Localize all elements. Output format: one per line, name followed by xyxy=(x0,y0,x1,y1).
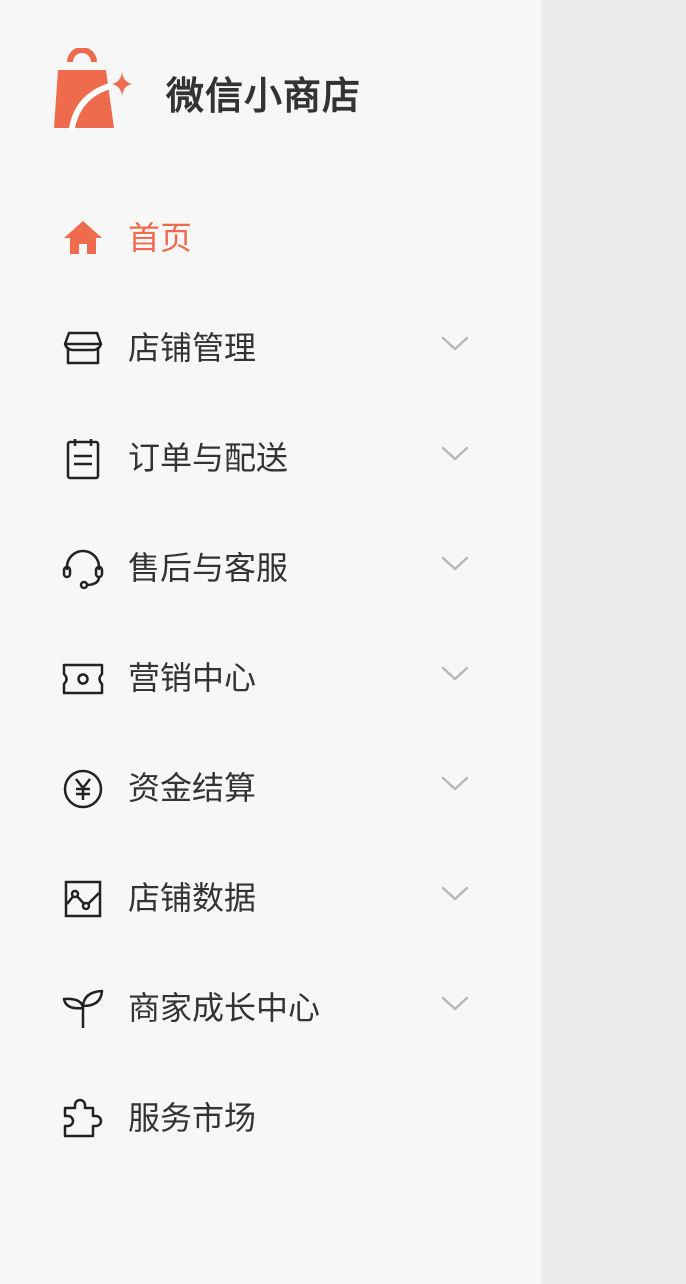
clipboard-icon xyxy=(66,439,100,480)
sidebar-item-label: 订单与配送 xyxy=(128,439,289,477)
app-name: 微信小商店 xyxy=(166,74,362,118)
sidebar-item-after-sales-service[interactable]: 售后与客服 xyxy=(0,512,541,622)
store-icon xyxy=(63,331,103,365)
sidebar: 微信小商店 首页 店铺管理 订单与配送 售后与客服 营销中心 资金结算 店铺数据… xyxy=(0,0,541,1284)
sidebar-item-label: 店铺数据 xyxy=(128,879,257,917)
sidebar-item-label: 首页 xyxy=(128,219,193,257)
sidebar-item-store-data[interactable]: 店铺数据 xyxy=(0,842,541,952)
chevron-down-icon[interactable] xyxy=(440,995,470,1013)
chevron-down-icon[interactable] xyxy=(440,445,470,463)
chevron-down-icon[interactable] xyxy=(440,775,470,793)
headset-icon xyxy=(62,549,104,590)
content-area xyxy=(541,0,686,1284)
yuan-coin-icon xyxy=(63,769,103,809)
line-chart-icon xyxy=(64,880,102,918)
brand-header: 微信小商店 xyxy=(0,0,541,180)
sidebar-item-label: 商家成长中心 xyxy=(128,989,321,1027)
chevron-down-icon[interactable] xyxy=(440,555,470,573)
sidebar-item-marketing-center[interactable]: 营销中心 xyxy=(0,622,541,732)
sprout-icon xyxy=(62,989,104,1028)
sidebar-item-fund-settlement[interactable]: 资金结算 xyxy=(0,732,541,842)
home-icon xyxy=(64,221,102,254)
ticket-icon xyxy=(62,663,104,695)
sidebar-item-store-management[interactable]: 店铺管理 xyxy=(0,292,541,402)
shopping-bag-sparkle-icon xyxy=(54,48,132,131)
puzzle-icon xyxy=(63,1098,103,1138)
sidebar-item-label: 店铺管理 xyxy=(128,329,257,367)
chevron-down-icon[interactable] xyxy=(440,885,470,903)
chevron-down-icon[interactable] xyxy=(440,335,470,353)
chevron-down-icon[interactable] xyxy=(440,665,470,683)
sidebar-item-label: 营销中心 xyxy=(128,659,257,697)
sidebar-item-label: 服务市场 xyxy=(128,1099,257,1137)
sidebar-item-merchant-growth[interactable]: 商家成长中心 xyxy=(0,952,541,1062)
sidebar-item-service-market[interactable]: 服务市场 xyxy=(0,1062,541,1172)
sidebar-item-label: 资金结算 xyxy=(128,769,257,807)
sidebar-item-home[interactable]: 首页 xyxy=(0,182,541,292)
sidebar-item-orders-delivery[interactable]: 订单与配送 xyxy=(0,402,541,512)
sidebar-item-label: 售后与客服 xyxy=(128,549,289,587)
